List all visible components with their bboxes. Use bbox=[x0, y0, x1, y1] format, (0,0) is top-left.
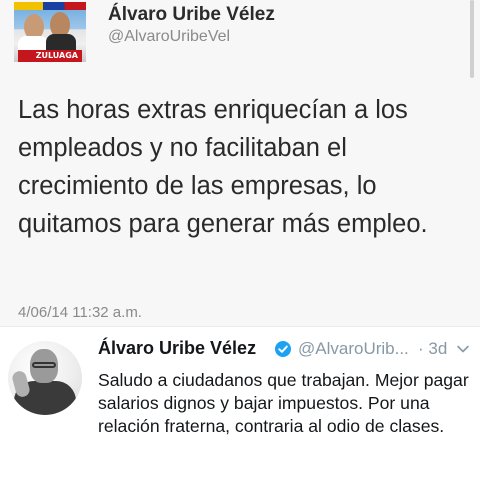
tweet-timestamp[interactable]: 4/06/14 11:32 a.m. bbox=[18, 304, 142, 321]
tweet-timestamp[interactable]: · 3d bbox=[418, 339, 447, 359]
flag-stripe bbox=[14, 2, 86, 10]
author-name[interactable]: Álvaro Uribe Vélez bbox=[108, 4, 275, 26]
verified-badge-icon bbox=[275, 341, 291, 357]
scrollbar[interactable] bbox=[470, 0, 474, 78]
tweet-text: Saludo a ciudadanos que trabajan. Mejor … bbox=[98, 370, 469, 436]
avatar[interactable]: ZULUAGA bbox=[14, 2, 86, 62]
avatar[interactable] bbox=[8, 341, 82, 415]
tweet-text: Las horas extras enriquecían a los emple… bbox=[18, 96, 428, 238]
tweet-header: Álvaro Uribe Vélez @AlvaroUrib... · 3d bbox=[98, 338, 472, 362]
tweet-old: ZULUAGA Álvaro Uribe Vélez @AlvaroUribeV… bbox=[0, 0, 480, 326]
chevron-down-icon[interactable] bbox=[456, 342, 470, 356]
author-handle[interactable]: @AlvaroUrib... bbox=[298, 339, 409, 359]
avatar-banner-logo: ZULUAGA bbox=[18, 50, 82, 62]
author-handle[interactable]: @AlvaroUribeVel bbox=[108, 28, 230, 46]
tweet-new: Álvaro Uribe Vélez @AlvaroUrib... · 3d S… bbox=[0, 326, 480, 481]
author-name[interactable]: Álvaro Uribe Vélez bbox=[98, 338, 256, 359]
